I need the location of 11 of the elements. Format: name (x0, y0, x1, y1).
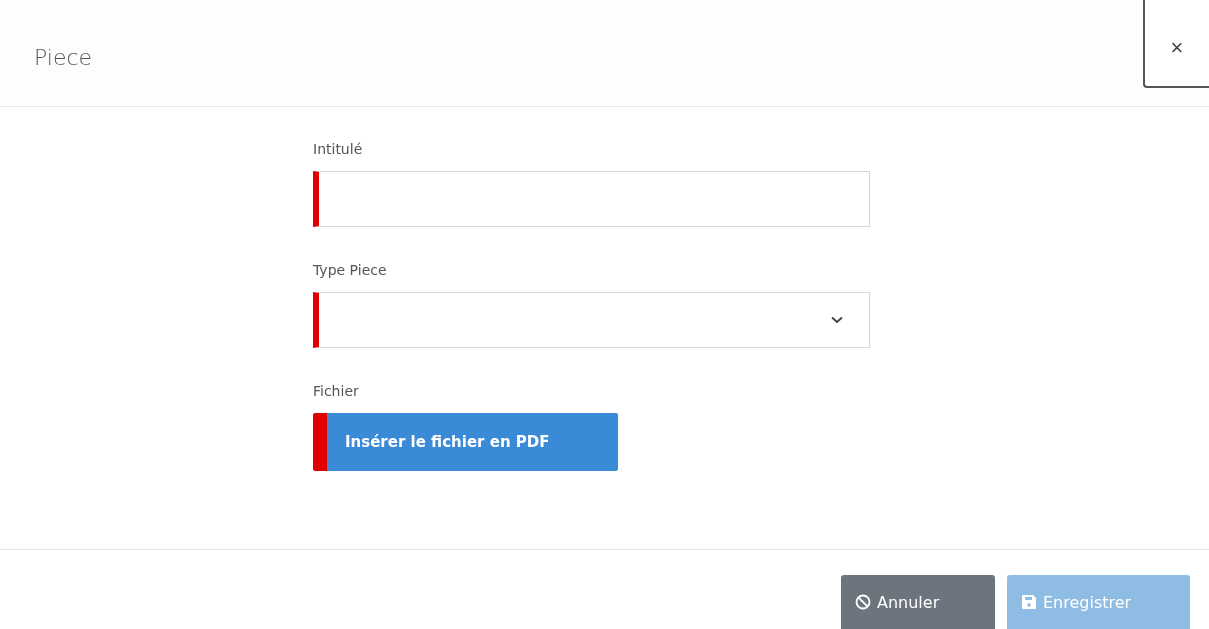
dialog-title: Piece (34, 45, 93, 70)
field-label: Intitulé (313, 141, 364, 159)
field-label: Fichier (313, 383, 360, 401)
select-field[interactable] (313, 292, 870, 348)
upload-button[interactable]: Insérer le fichier en PDF (313, 413, 618, 471)
cancel-button[interactable]: Annuler (841, 575, 995, 629)
field-label: Type Piece (313, 262, 388, 280)
chevron-down-icon (831, 316, 843, 324)
cancel-icon (855, 594, 871, 610)
input-field[interactable] (313, 171, 870, 227)
close-button[interactable]: × (1143, 0, 1209, 88)
